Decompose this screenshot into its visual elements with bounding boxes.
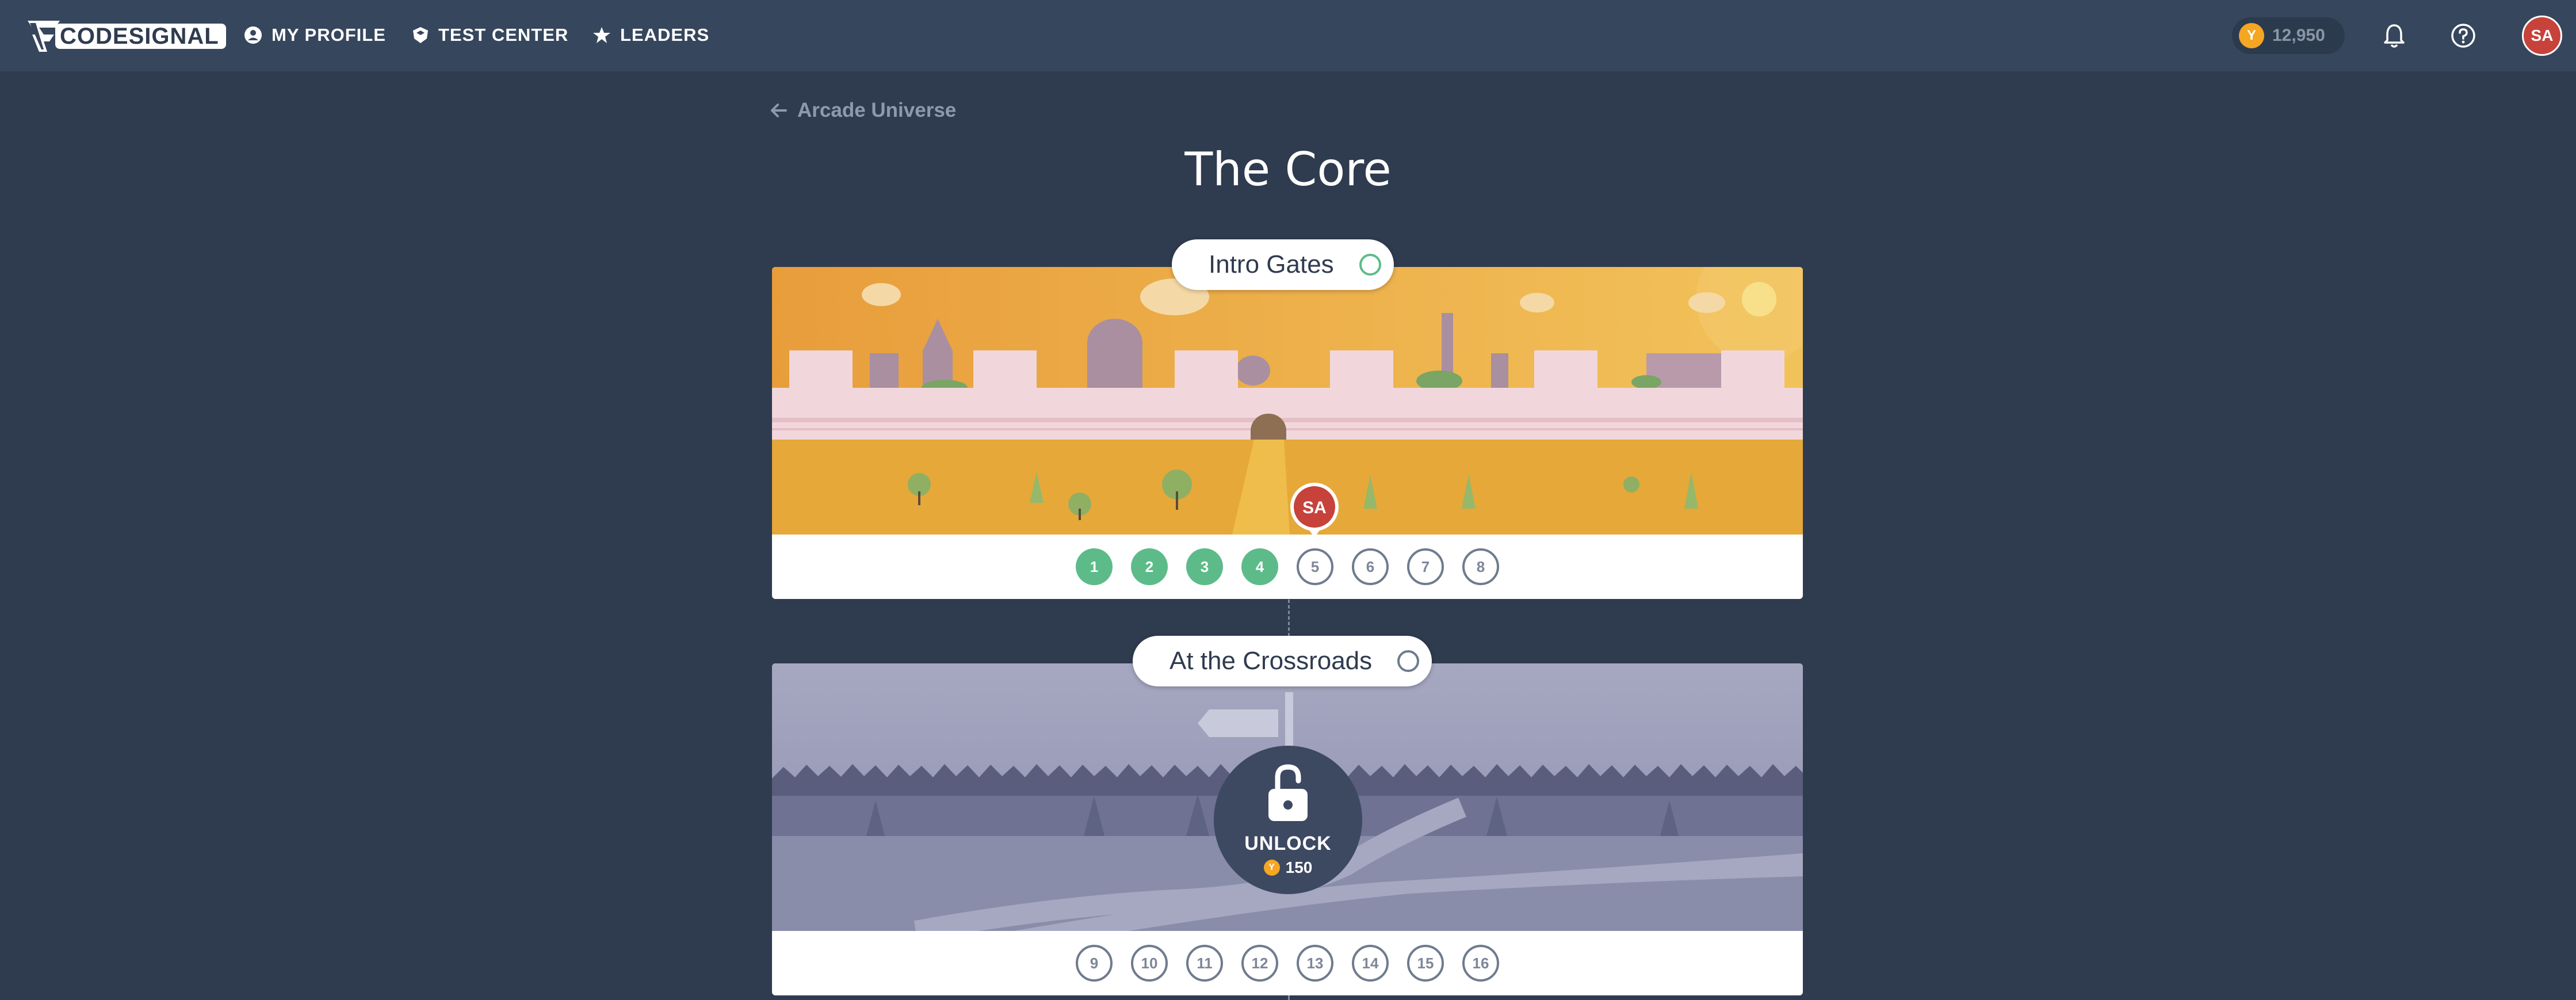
level-12[interactable]: 12 [1241, 945, 1278, 982]
section-connector [1288, 600, 1290, 636]
nav-my-profile[interactable]: MY PROFILE [244, 21, 386, 49]
level-7[interactable]: 7 [1407, 548, 1444, 585]
level-1[interactable]: 1 [1076, 548, 1113, 585]
coin-icon: Y [2239, 23, 2264, 48]
section-status-icon [1397, 650, 1420, 672]
level-11[interactable]: 11 [1186, 945, 1223, 982]
notifications-button[interactable] [2379, 21, 2409, 51]
level-2[interactable]: 2 [1131, 548, 1168, 585]
section-status-icon [1359, 254, 1381, 276]
level-3[interactable]: 3 [1186, 548, 1223, 585]
coin-icon: Y [1263, 859, 1280, 876]
marker-initials: SA [1302, 498, 1327, 517]
unlock-cost: Y 150 [1263, 858, 1313, 877]
level-list-at-the-crossroads: 9 10 11 12 13 14 15 16 [772, 931, 1803, 995]
page-title: The Core [1184, 143, 1392, 196]
shield-icon [413, 27, 428, 43]
bell-icon [2384, 24, 2405, 48]
star-icon [593, 27, 610, 43]
codesignal-logo[interactable]: CODESIGNAL [26, 17, 226, 55]
arrow-left-icon [771, 104, 787, 117]
level-8[interactable]: 8 [1462, 548, 1499, 585]
logo-text: CODESIGNAL [55, 24, 226, 49]
unlock-cost-value: 150 [1285, 858, 1313, 876]
level-9[interactable]: 9 [1076, 945, 1113, 982]
back-to-arcade-universe[interactable]: Arcade Universe [770, 99, 956, 122]
nav-leaders[interactable]: LEADERS [593, 21, 709, 49]
unlock-section-button[interactable]: UNLOCK Y 150 [1214, 746, 1362, 894]
unlock-label: UNLOCK [1244, 832, 1332, 854]
user-circle-icon [244, 26, 262, 44]
nav-test-center[interactable]: TEST CENTER [412, 21, 568, 49]
level-14[interactable]: 14 [1352, 945, 1389, 982]
back-link-label: Arcade Universe [797, 99, 957, 121]
section-card-intro-gates[interactable]: SA 1 2 3 4 5 6 7 8 [772, 267, 1803, 599]
section-title-intro-gates[interactable]: Intro Gates [1172, 239, 1394, 290]
section-title-label: Intro Gates [1209, 250, 1334, 278]
coin-balance[interactable]: Y 12,950 [2232, 17, 2345, 54]
level-6[interactable]: 6 [1352, 548, 1389, 585]
level-4[interactable]: 4 [1241, 548, 1278, 585]
top-nav-bar: CODESIGNAL MY PROFILE TEST CENTER LEADER… [0, 0, 2576, 71]
level-5[interactable]: 5 [1297, 548, 1333, 585]
user-avatar[interactable]: SA [2522, 16, 2562, 56]
help-button[interactable] [2448, 21, 2478, 51]
level-10[interactable]: 10 [1131, 945, 1168, 982]
level-13[interactable]: 13 [1297, 945, 1333, 982]
level-16[interactable]: 16 [1462, 945, 1499, 982]
help-icon [2451, 24, 2475, 48]
level-15[interactable]: 15 [1407, 945, 1444, 982]
coin-balance-value: 12,950 [2272, 26, 2325, 45]
nav-leaders-label: LEADERS [620, 25, 710, 45]
section-title-at-the-crossroads[interactable]: At the Crossroads [1133, 636, 1432, 686]
level-list-intro-gates: 1 2 3 4 5 6 7 8 [772, 535, 1803, 599]
user-progress-marker: SA [1290, 483, 1339, 537]
section-title-label: At the Crossroads [1169, 647, 1373, 675]
nav-test-center-label: TEST CENTER [438, 25, 569, 45]
unlock-icon [1268, 764, 1308, 821]
intro-gates-illustration [772, 267, 1803, 535]
nav-my-profile-label: MY PROFILE [272, 25, 386, 45]
